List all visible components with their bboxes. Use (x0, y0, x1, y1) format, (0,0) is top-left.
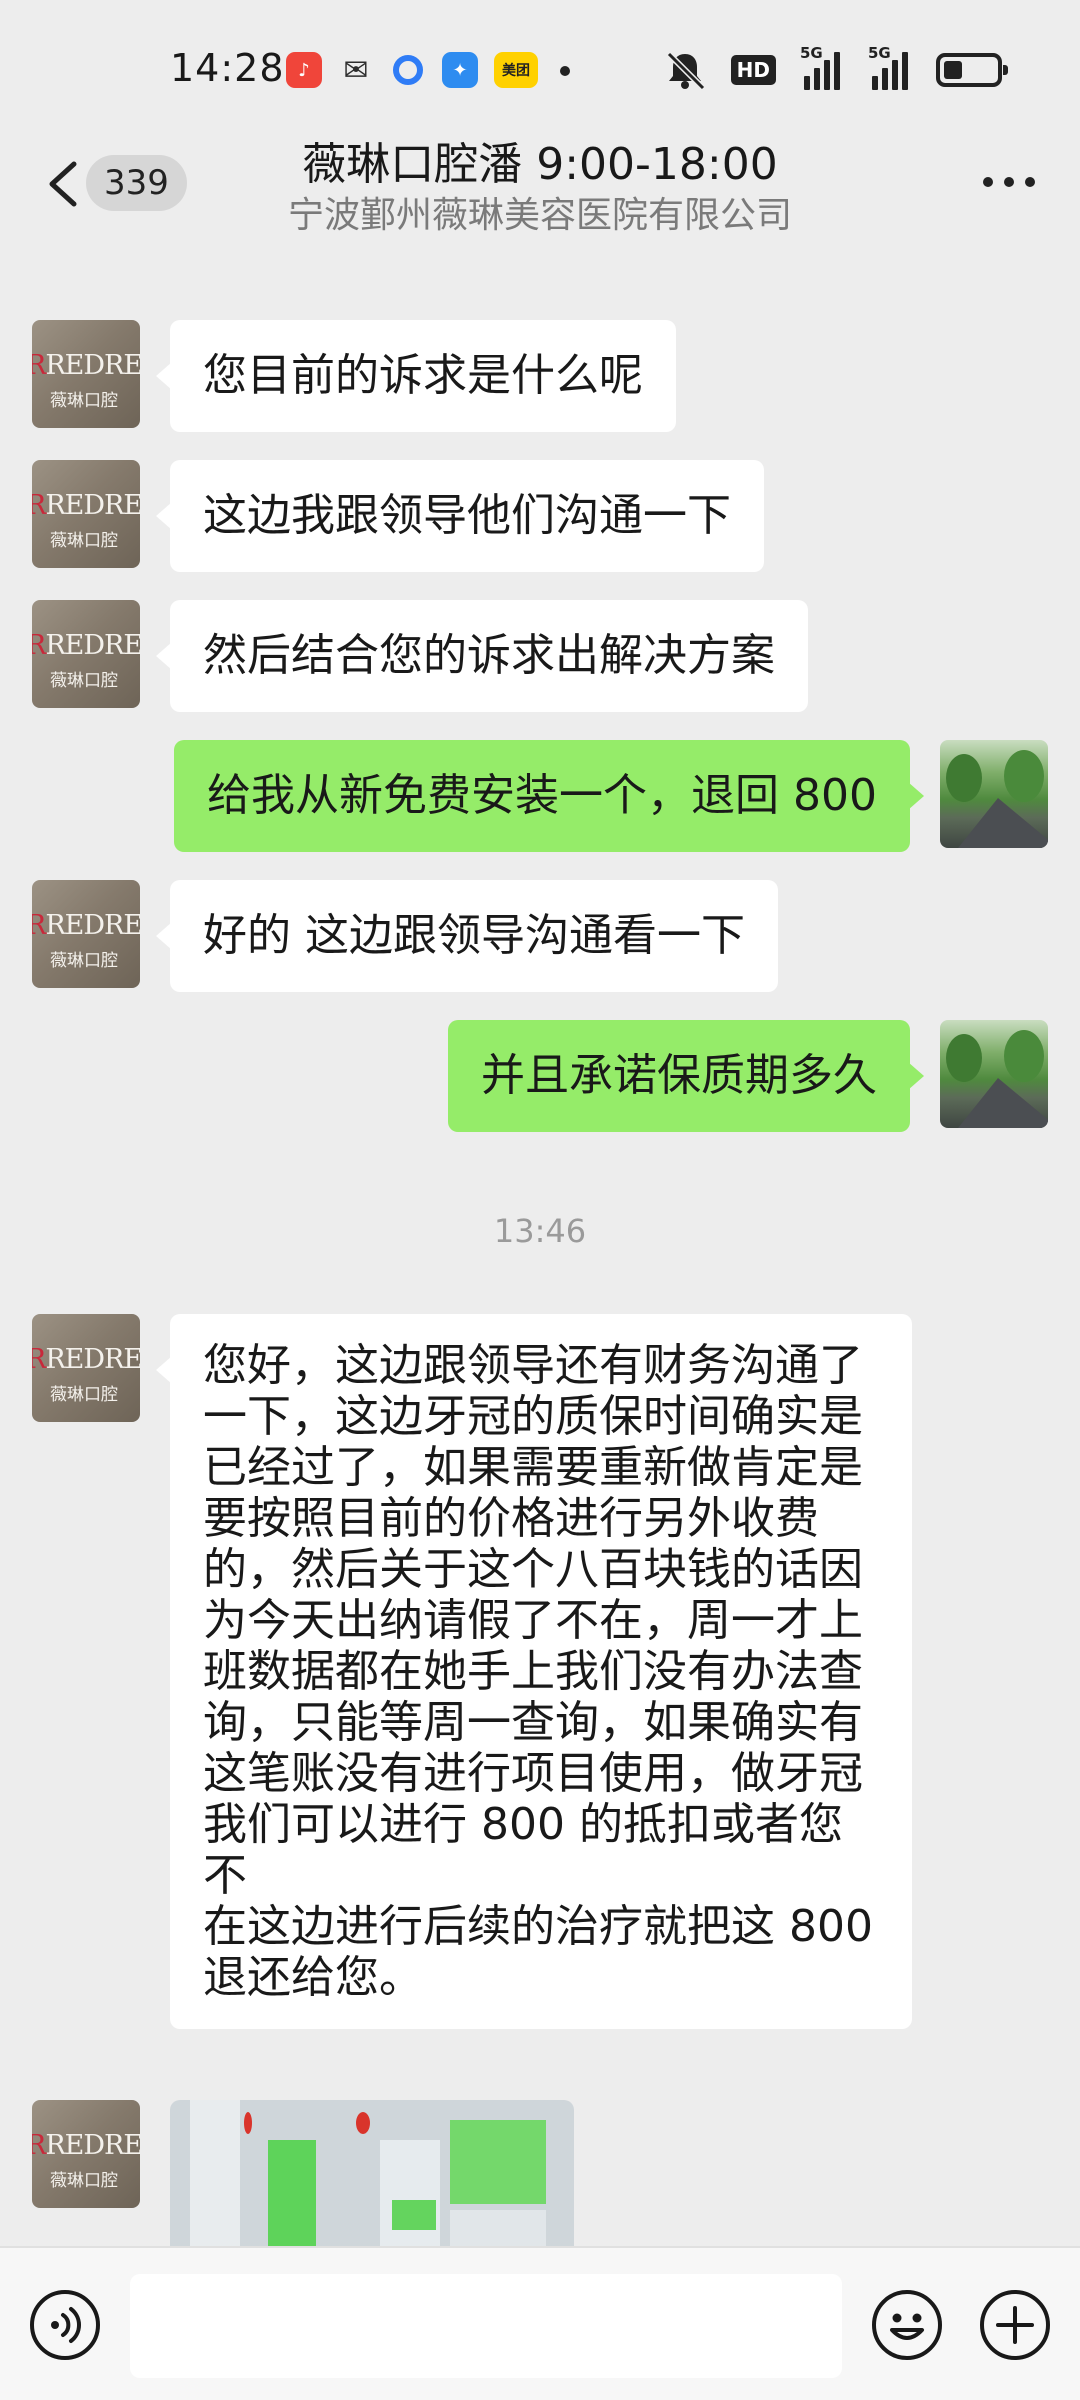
mute-icon (666, 51, 705, 90)
my-avatar[interactable] (940, 1020, 1048, 1128)
incoming-message-bubble[interactable]: 您好，这边跟领导还有财务沟通了 一下，这边牙冠的质保时间确实是 已经过了，如果需… (156, 1314, 912, 2029)
avatar-brand-text: REDREAM (45, 350, 140, 381)
chat-input-bar (0, 2246, 1080, 2400)
status-bar: 14:28 ♪ ✉ ✦ 美团 HD 5G 5G (0, 0, 1080, 140)
contact-avatar[interactable]: RREDREAM 薇琳口腔 (32, 320, 140, 428)
incoming-message-bubble[interactable]: 这边我跟领导他们沟通一下 (156, 460, 764, 572)
more-options-icon[interactable] (982, 172, 1036, 192)
notification-dot (560, 66, 570, 76)
avatar-brand-subtext: 薇琳口腔 (50, 391, 118, 411)
chat-screenshot-image[interactable] (170, 2100, 574, 2246)
incoming-message-bubble[interactable]: 好的 这边跟领导沟通看一下 (156, 880, 778, 992)
message-input[interactable] (130, 2274, 842, 2378)
meituan-app-icon: 美团 (494, 52, 538, 88)
message-list[interactable]: RREDREAM 薇琳口腔 您目前的诉求是什么呢 RREDREAM 薇琳口腔 这… (0, 248, 1080, 2246)
status-time: 14:28 (170, 46, 285, 90)
outgoing-message-bubble[interactable]: 并且承诺保质期多久 (448, 1020, 924, 1132)
avatar-brand-text: REDREAM (45, 1344, 140, 1375)
avatar-brand-subtext: 薇琳口腔 (50, 951, 118, 971)
emoji-icon[interactable] (870, 2288, 944, 2362)
signal-icon: 5G (800, 44, 844, 90)
music-app-icon: ♪ (286, 52, 322, 88)
incoming-message-bubble[interactable]: 然后结合您的诉求出解决方案 (156, 600, 808, 712)
chat-title: 薇琳口腔潘 9:00-18:00 (302, 139, 778, 190)
avatar-brand-text: REDREAM (45, 2130, 140, 2161)
incoming-message-bubble[interactable]: 您目前的诉求是什么呢 (156, 320, 676, 432)
my-avatar[interactable] (940, 740, 1048, 848)
outgoing-message-bubble[interactable]: 给我从新免费安装一个，退回 800 (174, 740, 924, 852)
contact-avatar[interactable]: RREDREAM 薇琳口腔 (32, 600, 140, 708)
voice-input-icon[interactable] (28, 2288, 102, 2362)
chat-subtitle: 宁波鄞州薇琳美容医院有限公司 (287, 195, 792, 236)
contact-avatar[interactable]: RREDREAM 薇琳口腔 (32, 880, 140, 988)
avatar-brand-text: REDREAM (45, 630, 140, 661)
avatar-brand-subtext: 薇琳口腔 (50, 531, 118, 551)
message-timestamp: 13:46 (493, 1212, 587, 1250)
circle-app-icon (390, 52, 426, 88)
hd-badge: HD (730, 55, 776, 85)
contact-avatar[interactable]: RREDREAM 薇琳口腔 (32, 460, 140, 568)
avatar-brand-text: REDREAM (45, 910, 140, 941)
chat-header: 339 薇琳口腔潘 9:00-18:00 宁波鄞州薇琳美容医院有限公司 (0, 120, 1080, 248)
contact-avatar[interactable]: RREDREAM 薇琳口腔 (32, 1314, 140, 1422)
signal-icon-2: 5G (868, 44, 912, 90)
avatar-brand-subtext: 薇琳口腔 (50, 2171, 118, 2191)
wechat-app-icon: ✉ (343, 52, 369, 88)
avatar-brand-subtext: 薇琳口腔 (50, 671, 118, 691)
signal-label: 5G (800, 44, 823, 62)
more-actions-plus-icon[interactable] (978, 2288, 1052, 2362)
avatar-brand-subtext: 薇琳口腔 (50, 1385, 118, 1405)
signal-label-2: 5G (868, 44, 891, 62)
contact-avatar[interactable]: RREDREAM 薇琳口腔 (32, 2100, 140, 2208)
battery-icon (936, 53, 1008, 87)
avatar-brand-text: REDREAM (45, 490, 140, 521)
feather-app-icon: ✦ (442, 52, 478, 88)
